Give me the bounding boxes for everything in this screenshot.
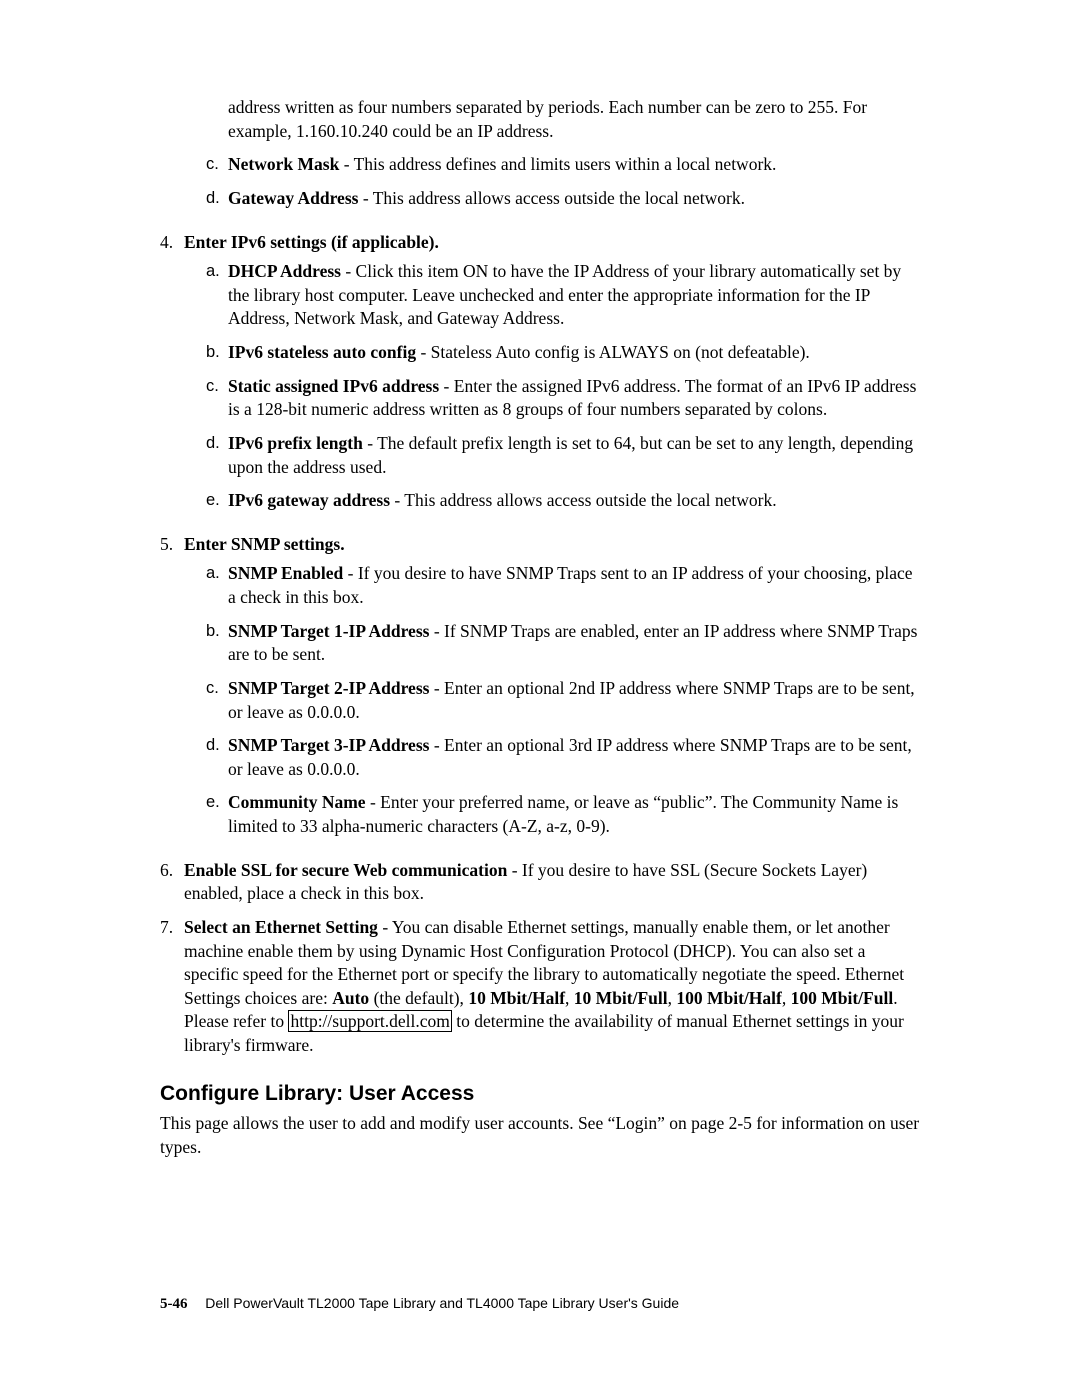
sub-item: DHCP Address - Click this item ON to hav…	[228, 260, 920, 331]
ethernet-option: 10 Mbit/Full	[574, 988, 668, 1008]
sub-label: SNMP Target 3-IP Address	[228, 735, 429, 755]
sub-item: Static assigned IPv6 address - Enter the…	[228, 375, 920, 422]
sub-item: IPv6 gateway address - This address allo…	[228, 489, 920, 513]
step-marker: 7.	[160, 916, 184, 1058]
sub-marker: c.	[206, 677, 228, 724]
sub-marker: c.	[206, 375, 228, 422]
page-footer: 5-46 Dell PowerVault TL2000 Tape Library…	[160, 1295, 679, 1313]
sub-item: SNMP Target 2-IP Address - Enter an opti…	[228, 677, 920, 724]
document-page: address written as four numbers separate…	[0, 0, 1080, 1397]
sub-item: SNMP Target 3-IP Address - Enter an opti…	[228, 734, 920, 781]
sub-item: Network Mask - This address defines and …	[228, 153, 920, 177]
step-marker: 5.	[160, 533, 184, 849]
sub-label: SNMP Target 1-IP Address	[228, 621, 429, 641]
sub-item: Gateway Address - This address allows ac…	[228, 187, 920, 211]
sub-marker: b.	[206, 620, 228, 667]
sep: (the default),	[369, 988, 468, 1008]
sub-text: - This address allows access outside the…	[390, 490, 777, 510]
sub-marker: d.	[206, 187, 228, 211]
sub-text: - Stateless Auto config is ALWAYS on (no…	[416, 342, 810, 362]
sep: ,	[565, 988, 574, 1008]
sub-marker: a.	[206, 260, 228, 331]
step-heading: Enter IPv6 settings (if applicable).	[184, 232, 439, 252]
ethernet-option: 100 Mbit/Full	[791, 988, 894, 1008]
sub-label: IPv6 stateless auto config	[228, 342, 416, 362]
content-area: address written as four numbers separate…	[160, 96, 920, 1159]
step-body: Select an Ethernet Setting - You can dis…	[184, 916, 920, 1058]
step-heading: Enter SNMP settings.	[184, 534, 345, 554]
step-label: Select an Ethernet Setting	[184, 917, 378, 937]
ethernet-option: Auto	[332, 988, 369, 1008]
sub-marker: e.	[206, 489, 228, 513]
sub-marker: b.	[206, 341, 228, 365]
sub-label: Network Mask	[228, 154, 339, 174]
ethernet-option: 100 Mbit/Half	[676, 988, 781, 1008]
sub-label: Community Name	[228, 792, 366, 812]
sub-marker: a.	[206, 562, 228, 609]
step-marker: 4.	[160, 231, 184, 523]
continuation-text: address written as four numbers separate…	[228, 96, 920, 143]
step-body: Enable SSL for secure Web communication …	[184, 859, 920, 906]
sep: ,	[782, 988, 791, 1008]
sub-label: SNMP Target 2-IP Address	[228, 678, 429, 698]
step-label: Enable SSL for secure Web communication	[184, 860, 507, 880]
sub-item: SNMP Enabled - If you desire to have SNM…	[228, 562, 920, 609]
main-list: address written as four numbers separate…	[160, 96, 920, 1058]
guide-title: Dell PowerVault TL2000 Tape Library and …	[205, 1295, 679, 1311]
sub-label: IPv6 prefix length	[228, 433, 363, 453]
sub-item: IPv6 prefix length - The default prefix …	[228, 432, 920, 479]
sub-label: SNMP Enabled	[228, 563, 343, 583]
sub-marker: d.	[206, 432, 228, 479]
sub-item: IPv6 stateless auto config - Stateless A…	[228, 341, 920, 365]
sub-marker: c.	[206, 153, 228, 177]
ethernet-option: 10 Mbit/Half	[468, 988, 565, 1008]
support-link[interactable]: http://support.dell.com	[288, 1010, 451, 1032]
sub-text: - This address defines and limits users …	[339, 154, 776, 174]
sub-label: DHCP Address	[228, 261, 341, 281]
sub-marker: d.	[206, 734, 228, 781]
sub-marker: e.	[206, 791, 228, 838]
sub-label: Gateway Address	[228, 188, 358, 208]
sub-text: - This address allows access outside the…	[358, 188, 745, 208]
section-heading: Configure Library: User Access	[160, 1080, 920, 1108]
section-body: This page allows the user to add and mod…	[160, 1112, 920, 1159]
sub-item: SNMP Target 1-IP Address - If SNMP Traps…	[228, 620, 920, 667]
page-number: 5-46	[160, 1296, 188, 1312]
sub-label: Static assigned IPv6 address	[228, 376, 439, 396]
step-marker: 6.	[160, 859, 184, 906]
sub-label: IPv6 gateway address	[228, 490, 390, 510]
sub-item: Community Name - Enter your preferred na…	[228, 791, 920, 838]
